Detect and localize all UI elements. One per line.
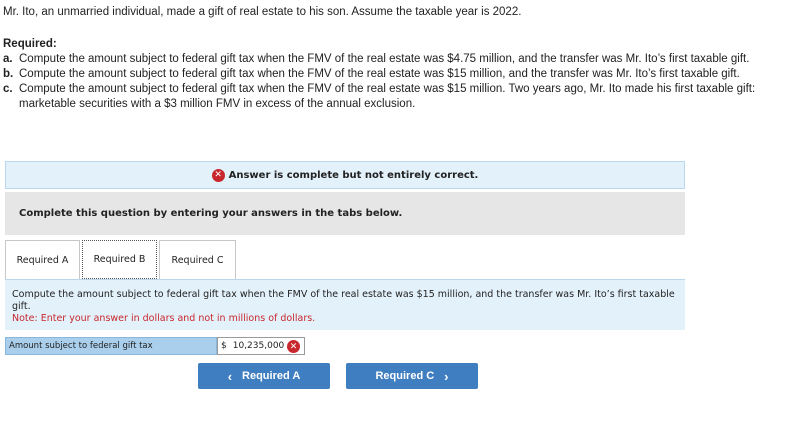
requirement-text: Compute the amount subject to federal gi… bbox=[19, 53, 750, 65]
next-button[interactable]: Required C › bbox=[346, 363, 478, 389]
intro-text: Mr. Ito, an unmarried individual, made a… bbox=[3, 6, 522, 18]
next-button-label: Required C bbox=[375, 370, 435, 382]
requirement-b: b. Compute the amount subject to federal… bbox=[3, 67, 773, 82]
question-text: Compute the amount subject to federal gi… bbox=[12, 289, 675, 312]
tab-required-b[interactable]: Required B bbox=[82, 240, 157, 279]
requirement-c: c. Compute the amount subject to federal… bbox=[3, 82, 773, 112]
x-circle-icon: ✕ bbox=[287, 340, 300, 353]
result-banner: ✕ Answer is complete but not entirely co… bbox=[5, 161, 685, 189]
required-title: Required: bbox=[3, 38, 57, 50]
answer-row: Amount subject to federal gift tax $ 10,… bbox=[5, 337, 305, 355]
answer-label: Amount subject to federal gift tax bbox=[5, 337, 217, 355]
amount-value: 10,235,000 bbox=[232, 341, 285, 351]
question-note: Note: Enter your answer in dollars and n… bbox=[12, 313, 316, 324]
instruction-bar: Complete this question by entering your … bbox=[5, 192, 685, 235]
prev-button[interactable]: ‹ Required A bbox=[198, 363, 330, 389]
currency-symbol: $ bbox=[221, 341, 227, 351]
chevron-left-icon: ‹ bbox=[227, 368, 233, 384]
requirement-text: Compute the amount subject to federal gi… bbox=[19, 68, 740, 80]
x-circle-icon: ✕ bbox=[211, 168, 225, 182]
tab-required-c[interactable]: Required C bbox=[159, 240, 236, 279]
requirement-a: a. Compute the amount subject to federal… bbox=[3, 52, 773, 67]
requirements-list: a. Compute the amount subject to federal… bbox=[3, 52, 773, 112]
instruction-text: Complete this question by entering your … bbox=[19, 208, 403, 219]
chevron-right-icon: › bbox=[444, 368, 449, 384]
prev-button-label: Required A bbox=[242, 370, 301, 382]
requirement-text: Compute the amount subject to federal gi… bbox=[19, 83, 756, 110]
requirement-letter: c. bbox=[3, 83, 13, 95]
requirement-letter: b. bbox=[3, 68, 14, 80]
requirement-letter: a. bbox=[3, 53, 13, 65]
amount-input[interactable]: $ 10,235,000 ✕ bbox=[217, 337, 305, 355]
question-panel: Compute the amount subject to federal gi… bbox=[5, 279, 685, 330]
tab-bar: Required A Required B Required C bbox=[5, 240, 238, 279]
result-banner-text: Answer is complete but not entirely corr… bbox=[228, 169, 479, 181]
tab-required-a[interactable]: Required A bbox=[5, 240, 80, 279]
